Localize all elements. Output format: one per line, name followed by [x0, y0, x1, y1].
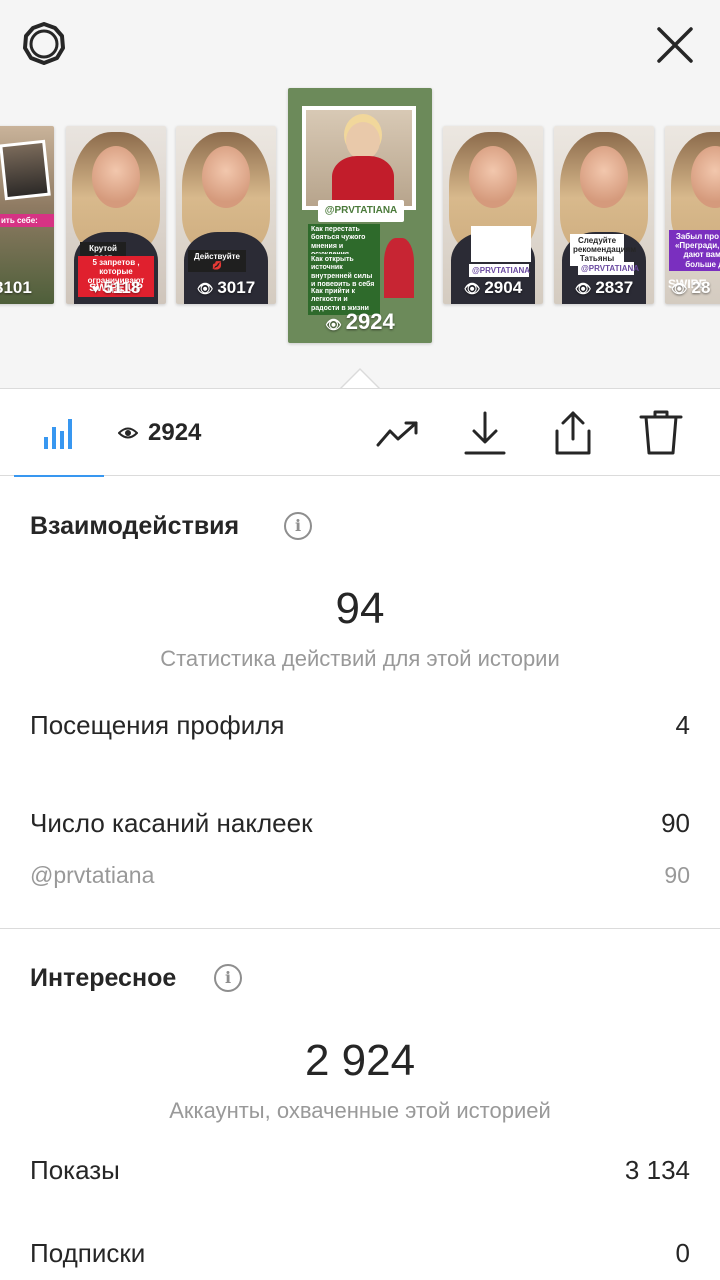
selection-caret-fill: [341, 370, 379, 388]
download-icon: [464, 411, 506, 455]
reach-subtitle: Аккаунты, охваченные этой историей: [169, 1098, 551, 1123]
story-thumbnail[interactable]: Забыл про подарок «Прегради, которые даю…: [665, 126, 720, 304]
story-view-count: 👁 3017: [196, 278, 256, 297]
eye-icon: 👁: [196, 281, 214, 296]
sticker-taps-label: Число касаний наклеек: [30, 808, 313, 838]
interactions-subtitle: Статистика действий для этой истории: [160, 646, 560, 671]
story-thumbnail[interactable]: Следуйте рекомендациям Татьяны @PRVTATIA…: [554, 126, 654, 304]
follows-value: 0: [675, 1238, 690, 1268]
share-button[interactable]: [549, 409, 597, 457]
story-toolbar: 2924: [0, 388, 720, 477]
close-icon: [657, 27, 693, 63]
mention-sticker: @PRVTATIANA: [578, 262, 639, 276]
story-thumbnail[interactable]: Крутой пост 5 запретов , которые огранич…: [66, 126, 166, 304]
photo-sticker: [302, 106, 416, 210]
interactions-total: 94: [335, 584, 385, 633]
settings-button[interactable]: [20, 21, 68, 67]
text-sticker: [471, 226, 531, 262]
story-strip: ить себе: 3101 Крутой пост 5 запретов , …: [0, 0, 720, 388]
mention-sticker: @PRVTATIANA: [318, 200, 404, 222]
sticker-taps-value: 90: [661, 808, 690, 838]
person-face: [469, 146, 517, 208]
follows-label: Подписки: [30, 1238, 146, 1268]
mention-sticker: @PRVTATIANA: [469, 264, 530, 278]
reach-total: 2 924: [304, 1036, 416, 1085]
eye-icon: 👁: [574, 281, 592, 296]
heart-icon: ♥: [91, 281, 100, 296]
story-view-count: 👁 2837: [574, 278, 634, 297]
story-thumbnail[interactable]: ить себе: 3101: [0, 126, 54, 304]
info-icon[interactable]: i: [284, 512, 312, 540]
person-body: [332, 156, 394, 206]
story-caption: Следуйте рекомендациям Татьяны: [570, 234, 636, 266]
story-caption: ить себе:: [0, 214, 54, 228]
close-button[interactable]: [654, 24, 696, 66]
promote-button[interactable]: [374, 409, 422, 457]
tab-insights[interactable]: [14, 389, 104, 477]
mention-sticker-value: 90: [664, 862, 690, 888]
story-view-count: 👁 2904: [463, 278, 523, 297]
story-thumbnail[interactable]: @PRVTATIANA 👁 2904: [443, 126, 543, 304]
active-tab-indicator: [14, 475, 104, 477]
views-count: 2924: [148, 419, 202, 446]
tab-viewers[interactable]: 2924: [118, 389, 201, 477]
impressions-value: 3 134: [624, 1155, 690, 1185]
eye-icon: [118, 427, 138, 439]
person-face: [202, 146, 250, 208]
story-caption: Действуйте💋: [188, 250, 246, 273]
eye-icon: 👁: [671, 281, 688, 296]
bar-chart-icon: [44, 419, 72, 449]
profile-visits-value: 4: [675, 710, 690, 740]
story-like-count: ♥ 5118: [91, 278, 141, 297]
interactions-title: Взаимодействия: [30, 512, 240, 540]
story-thumbnail-active[interactable]: @PRVTATIANA Как перестать бояться чужого…: [288, 88, 432, 343]
person-face: [92, 146, 140, 208]
story-caption: Забыл про подарок «Прегради, которые даю…: [669, 230, 720, 271]
delete-button[interactable]: [637, 409, 685, 457]
photo-sticker: [0, 139, 51, 201]
story-thumbnail[interactable]: Действуйте💋 👁 3017: [176, 126, 276, 304]
profile-visits-label: Посещения профиля: [30, 710, 285, 740]
story-view-count: 3101: [0, 278, 32, 297]
mention-sticker-label[interactable]: @prvtatiana: [30, 862, 154, 889]
story-view-count: 👁 2924: [325, 309, 395, 334]
person-face: [580, 146, 628, 208]
download-button[interactable]: [461, 409, 509, 457]
share-icon: [555, 411, 591, 455]
section-divider: [0, 928, 720, 929]
discovery-title: Интересное: [30, 964, 177, 992]
gear-icon: [23, 22, 65, 65]
impressions-label: Показы: [30, 1155, 120, 1185]
eye-icon: 👁: [325, 317, 342, 332]
trash-icon: [639, 410, 683, 455]
eye-icon: 👁: [463, 281, 481, 296]
person-figure: [384, 238, 414, 298]
person-face: [346, 122, 380, 160]
trending-icon: [376, 421, 418, 447]
story-view-count: 👁 28: [671, 278, 711, 297]
info-icon[interactable]: i: [214, 964, 242, 992]
